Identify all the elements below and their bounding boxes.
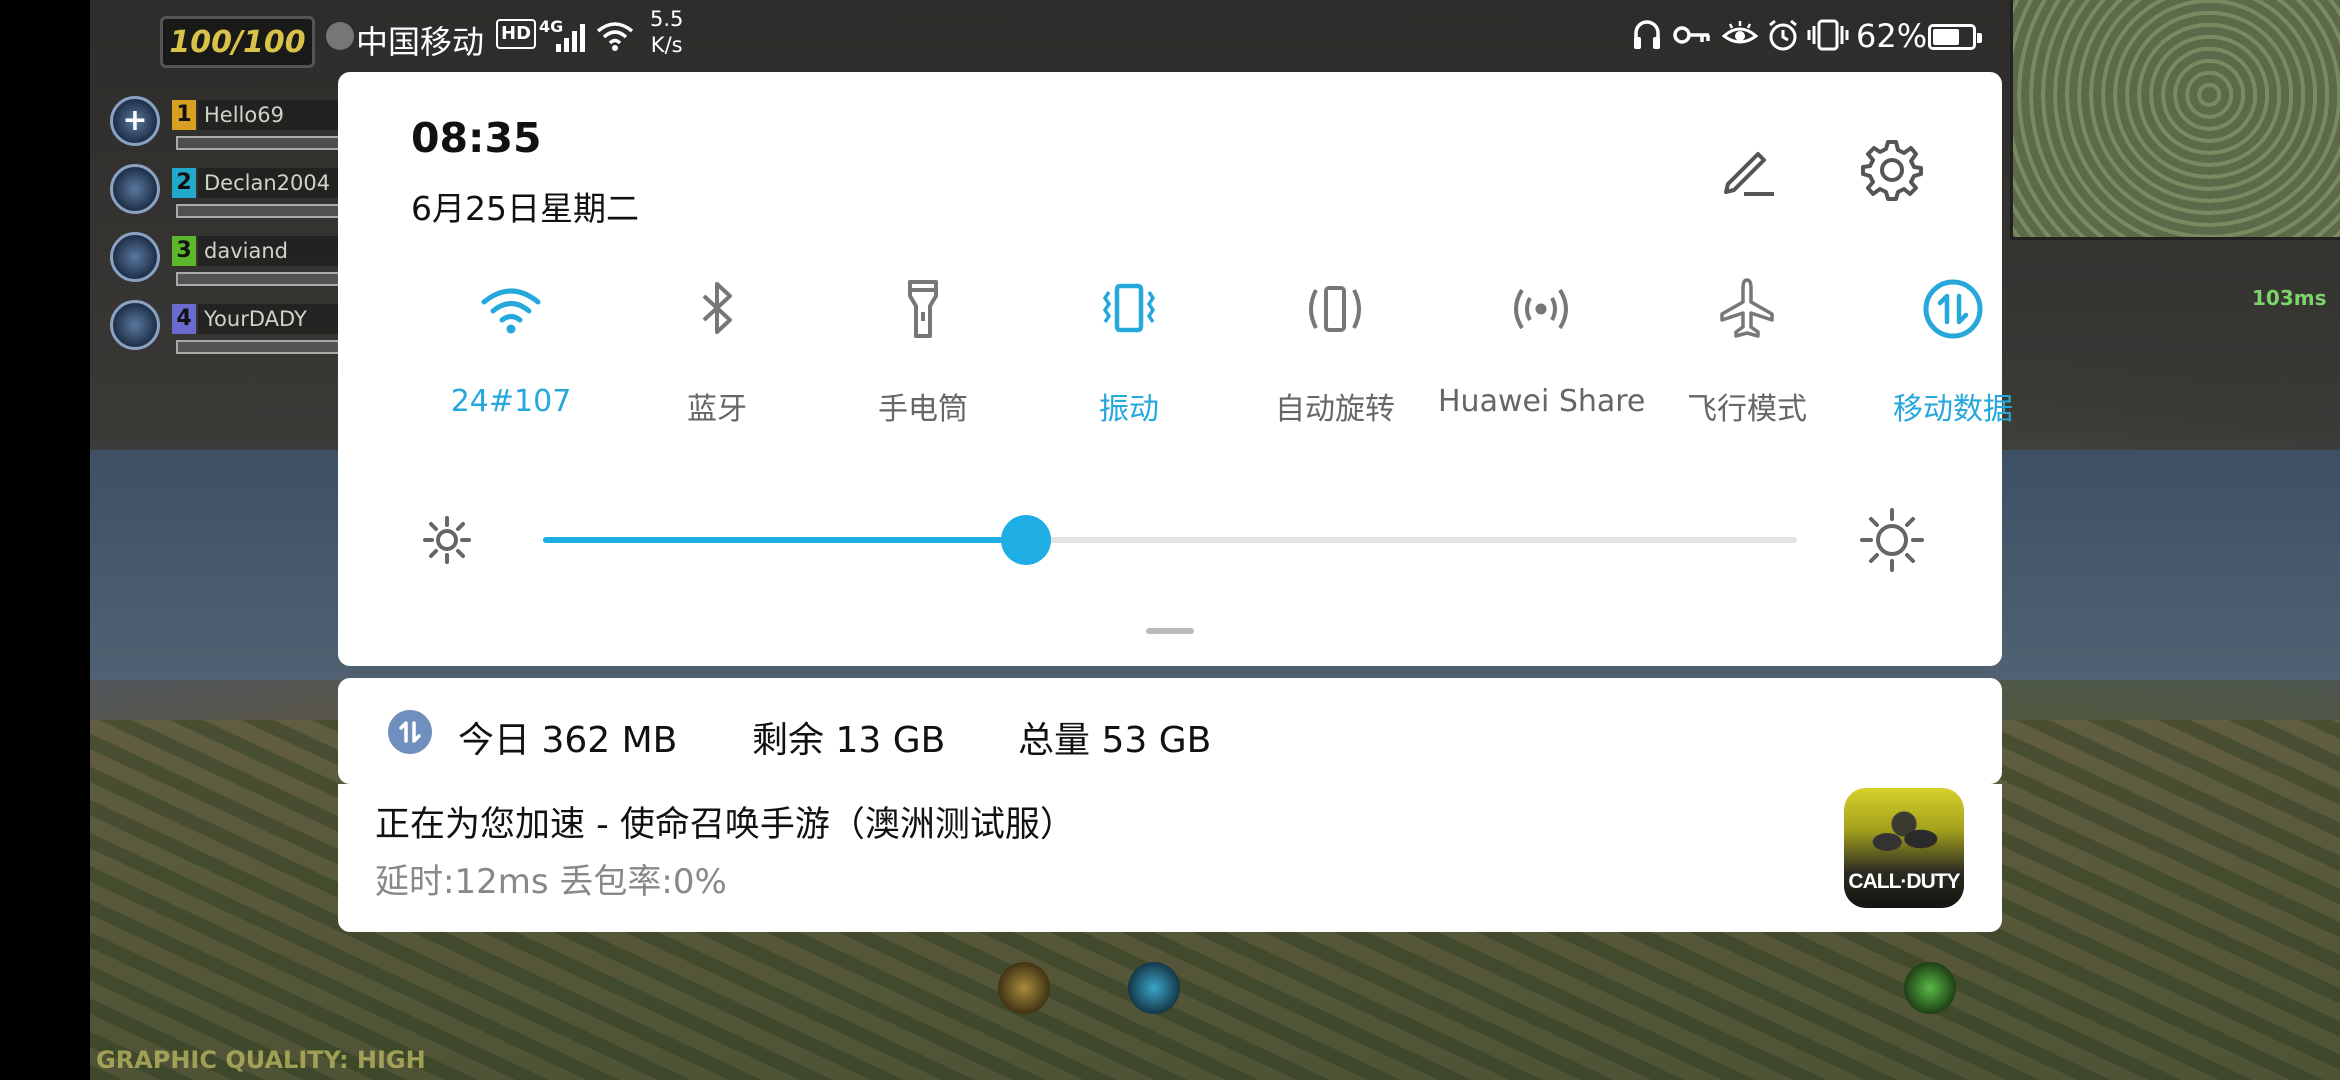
tile-label: 24#107 [450, 384, 572, 419]
mobile-data-icon [1923, 279, 1983, 339]
app-icon-brand: CALL·DUTY [1848, 870, 1960, 893]
parachute-marker-icon [998, 962, 1050, 1014]
brightness-low-icon [423, 516, 471, 564]
battery-icon [1928, 24, 1982, 50]
data-usage-card[interactable]: 今日 362 MB 剩余 13 GB 总量 53 GB [338, 678, 2002, 784]
key-icon [1673, 26, 1710, 44]
tile-label: 手电筒 [878, 392, 968, 427]
tile-label: 自动旋转 [1275, 392, 1395, 427]
teammate-3: 3 daviand [110, 232, 446, 292]
tile-wifi[interactable]: 24#107 [408, 272, 614, 432]
medic-icon: + [110, 96, 160, 146]
brightness-fill [543, 537, 1026, 543]
quick-settings-panel: 08:35 6月25日星期二 24#107 蓝牙 手电筒 振动 自动旋转 Hua… [338, 72, 2013, 666]
battery-level [1933, 29, 1959, 45]
net-speed-value: 5.5 [650, 7, 684, 31]
notification-title: 正在为您加速 - 使命召唤手游（澳洲测试服） [375, 805, 1075, 845]
panel-drag-handle[interactable] [1146, 628, 1194, 634]
status-bar: 中国移动 HD 4G 5.5 K/s 62% [0, 0, 2340, 72]
bluetooth-icon [702, 282, 732, 334]
shield-icon [110, 164, 160, 214]
brightness-slider-thumb[interactable] [1000, 515, 1051, 565]
teammate-number: 1 [172, 100, 196, 130]
tile-label: Huawei Share [1438, 384, 1646, 419]
parachute-marker-icon [1904, 962, 1956, 1014]
tile-auto-rotate[interactable]: 自动旋转 [1232, 272, 1438, 432]
teammate-2: 2 Declan2004 [110, 164, 446, 224]
airplane-icon [1720, 278, 1774, 338]
flashlight-icon [908, 280, 938, 338]
auto-rotate-icon [1309, 286, 1361, 332]
game-skull-icon [326, 22, 354, 50]
ping-readout: 103ms [2252, 286, 2327, 310]
teammate-number: 3 [172, 236, 196, 266]
hd-voice-badge: HD [496, 19, 537, 49]
teammate-number: 2 [172, 168, 196, 198]
clock-date[interactable]: 6月25日星期二 [411, 182, 639, 230]
vibrate-icon [1102, 283, 1156, 333]
tile-label: 振动 [1099, 392, 1159, 427]
alarm-icon [1769, 19, 1797, 51]
huawei-share-icon [1514, 288, 1568, 330]
tile-label: 飞行模式 [1687, 392, 1807, 427]
net-speed: 5.5 K/s [650, 6, 683, 58]
teammate-1: + 1 Hello69 [110, 96, 446, 156]
tile-mobile-data[interactable]: 移动数据 [1850, 272, 2056, 432]
headset-icon [1634, 20, 1660, 49]
settings-gear-icon[interactable] [1858, 136, 1926, 204]
teammate-number: 4 [172, 304, 196, 334]
eye-icon [1722, 21, 1758, 44]
soldiers-artwork [1862, 806, 1946, 866]
wifi-status-icon [596, 22, 634, 51]
usage-today: 今日 362 MB [458, 720, 678, 761]
tile-label: 蓝牙 [687, 392, 747, 427]
cell-signal-icon [556, 24, 585, 52]
notification-detail: 延时:12ms 丢包率:0% [375, 862, 727, 902]
tile-flashlight[interactable]: 手电筒 [820, 272, 1026, 432]
carrier-name: 中国移动 [356, 23, 485, 61]
vibrate-icon [1807, 19, 1849, 51]
usage-total: 总量 53 GB [1018, 720, 1212, 761]
mobile-data-usage-icon [388, 710, 432, 754]
tile-huawei-share[interactable]: Huawei Share [1438, 272, 1646, 432]
call-of-duty-app-icon: CALL·DUTY [1844, 788, 1964, 908]
screen-edge [0, 0, 90, 1080]
net-speed-unit: K/s [650, 33, 683, 57]
tile-airplane-mode[interactable]: 飞行模式 [1644, 272, 1850, 432]
usage-remaining: 剩余 13 GB [752, 720, 946, 761]
accelerator-notification[interactable]: 正在为您加速 - 使命召唤手游（澳洲测试服） 延时:12ms 丢包率:0% CA… [338, 784, 2002, 932]
brightness-slider[interactable] [543, 515, 1797, 565]
teammate-4: 4 YourDADY [110, 300, 446, 360]
graphic-quality-label: GRAPHIC QUALITY: HIGH [96, 1046, 426, 1074]
brightness-high-icon [1860, 508, 1924, 572]
tile-bluetooth[interactable]: 蓝牙 [614, 272, 820, 432]
drone-icon [110, 232, 160, 282]
parachute-marker-icon [1128, 962, 1180, 1014]
battery-percent: 62% [1856, 17, 1928, 55]
tile-label: 移动数据 [1893, 392, 2013, 427]
edit-icon[interactable] [1716, 140, 1780, 204]
wifi-icon [481, 288, 541, 334]
radar-icon [110, 300, 160, 350]
clock-time[interactable]: 08:35 [411, 114, 542, 162]
tile-vibrate[interactable]: 振动 [1026, 272, 1232, 432]
